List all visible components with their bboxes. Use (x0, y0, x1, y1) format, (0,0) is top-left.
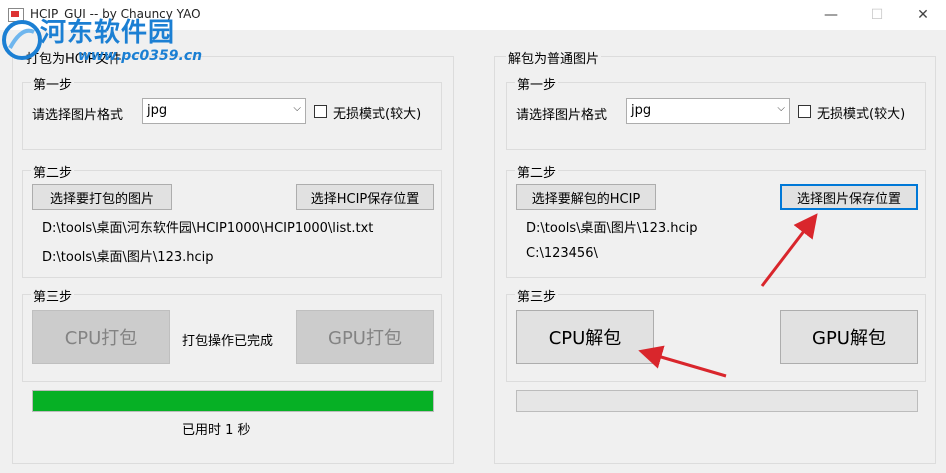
pack-save-path: D:\tools\桌面\图片\123.hcip (42, 250, 214, 265)
select-hcip-save-button[interactable]: 选择HCIP保存位置 (296, 184, 434, 210)
pack-step3-title: 第三步 (31, 286, 75, 305)
unpack-format-value: jpg (631, 103, 652, 118)
maximize-button[interactable]: ☐ (854, 0, 900, 30)
title-bar: HCIP_GUI -- by Chauncy YAO — ☐ ✕ (0, 0, 946, 30)
unpack-progress-bar (516, 390, 918, 412)
cpu-pack-button[interactable]: CPU打包 (32, 310, 170, 364)
unpack-hcip-path: D:\tools\桌面\图片\123.hcip (526, 221, 698, 236)
unpack-lossless-checkbox[interactable] (798, 105, 811, 118)
unpack-save-path: C:\123456\ (526, 246, 598, 261)
unpack-step1-title: 第一步 (515, 74, 559, 93)
pack-status: 打包操作已完成 (182, 334, 274, 349)
unpack-panel-title: 解包为普通图片 (506, 48, 602, 67)
unpack-format-select[interactable]: jpg ⌵ (626, 98, 790, 124)
pack-format-value: jpg (147, 103, 168, 118)
gpu-unpack-button[interactable]: GPU解包 (780, 310, 918, 364)
pack-lossless-label: 无损模式(较大) (333, 107, 422, 122)
close-button[interactable]: ✕ (900, 0, 946, 30)
unpack-step3-title: 第三步 (515, 286, 559, 305)
select-image-save-button[interactable]: 选择图片保存位置 (780, 184, 918, 210)
chevron-down-icon: ⌵ (293, 103, 301, 114)
cpu-unpack-button[interactable]: CPU解包 (516, 310, 654, 364)
pack-lossless-checkbox[interactable] (314, 105, 327, 118)
select-images-button[interactable]: 选择要打包的图片 (32, 184, 172, 210)
minimize-button[interactable]: — (808, 0, 854, 30)
app-icon (8, 8, 24, 22)
pack-panel-title: 打包为HCIP文件 (24, 48, 124, 67)
pack-images-path: D:\tools\桌面\河东软件园\HCIP1000\HCIP1000\list… (42, 221, 374, 236)
pack-format-select[interactable]: jpg ⌵ (142, 98, 306, 124)
pack-step1-title: 第一步 (31, 74, 75, 93)
window-title: HCIP_GUI -- by Chauncy YAO (30, 7, 201, 21)
unpack-lossless-label: 无损模式(较大) (817, 107, 906, 122)
select-hcip-button[interactable]: 选择要解包的HCIP (516, 184, 656, 210)
elapsed-time: 已用时 1 秒 (182, 423, 251, 438)
pack-progress-fill (33, 391, 433, 411)
unpack-format-label: 请选择图片格式 (516, 108, 608, 123)
pack-progress-bar (32, 390, 434, 412)
chevron-down-icon: ⌵ (777, 103, 785, 114)
gpu-pack-button[interactable]: GPU打包 (296, 310, 434, 364)
pack-format-label: 请选择图片格式 (32, 108, 124, 123)
unpack-step2-title: 第二步 (515, 162, 559, 181)
pack-step2-title: 第二步 (31, 162, 75, 181)
